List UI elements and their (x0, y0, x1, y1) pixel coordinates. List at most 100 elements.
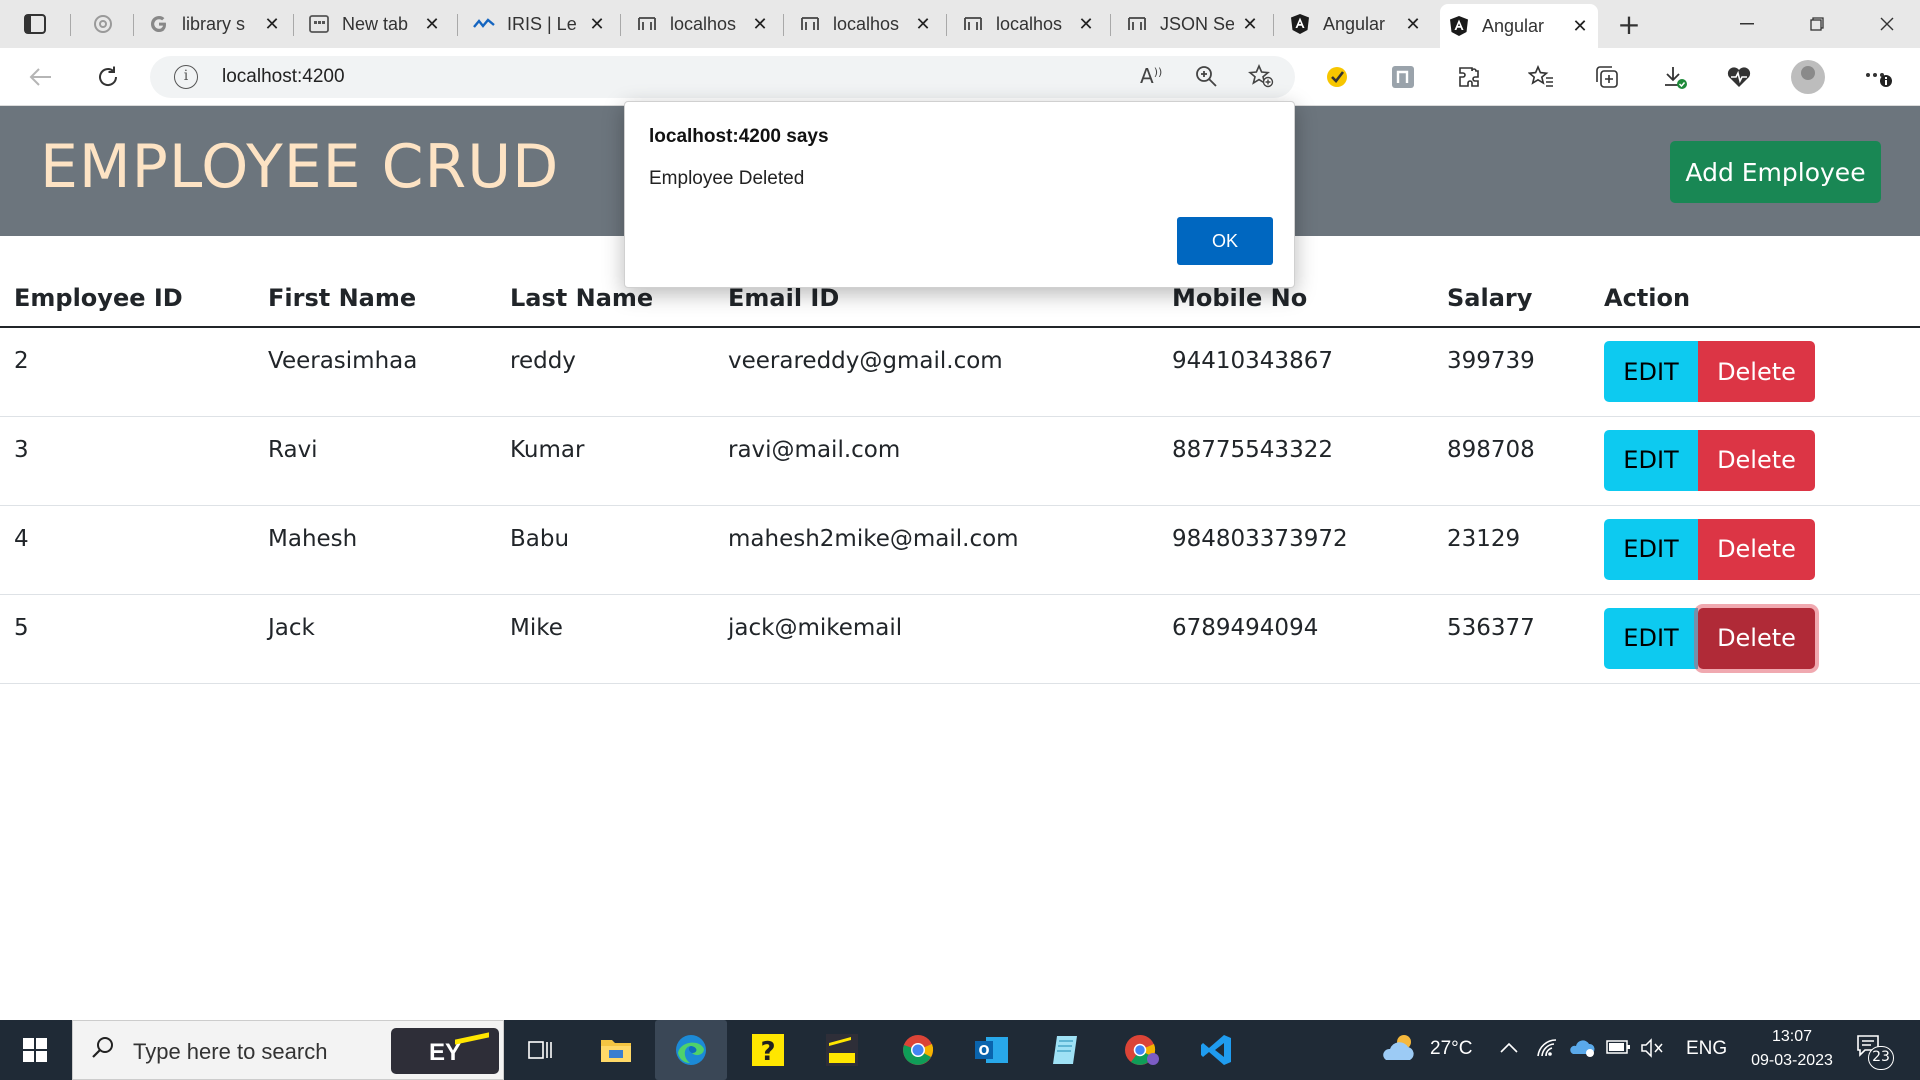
norton-extension-icon[interactable] (1320, 60, 1354, 94)
start-button[interactable] (0, 1020, 70, 1080)
close-tab-icon[interactable]: ✕ (913, 14, 933, 35)
tab-chatgpt[interactable] (84, 6, 132, 42)
close-tab-icon[interactable]: ✕ (422, 14, 442, 35)
close-tab-icon[interactable]: ✕ (1570, 16, 1590, 37)
tab-localhost-1[interactable]: localhos ✕ (628, 6, 778, 42)
url-text[interactable]: localhost:4200 (222, 66, 345, 88)
close-tab-icon[interactable]: ✕ (1403, 14, 1423, 35)
taskbar-search-box[interactable]: Type here to search EY (72, 1020, 504, 1080)
cell-email: ravi@mail.com (728, 436, 901, 463)
row-actions: EDIT Delete (1604, 595, 1906, 669)
tab-angular-active[interactable]: Angular ✕ (1440, 4, 1598, 48)
new-tab-plus-icon[interactable]: + (1612, 7, 1646, 41)
favorites-icon[interactable] (1524, 60, 1558, 94)
edit-button[interactable]: EDIT (1604, 607, 1698, 669)
vscode-icon[interactable] (1196, 1030, 1236, 1070)
wifi-icon[interactable] (1536, 1038, 1558, 1064)
onedrive-icon[interactable] (1568, 1038, 1596, 1064)
close-tab-icon[interactable]: ✕ (262, 14, 282, 35)
favorite-add-icon[interactable] (1248, 63, 1274, 93)
tab-json-server[interactable]: JSON Se ✕ (1118, 6, 1268, 42)
add-employee-button[interactable]: Add Employee (1670, 141, 1881, 203)
weather-icon[interactable] (1378, 1032, 1420, 1070)
cell-salary: 399739 (1447, 348, 1535, 374)
system-clock[interactable]: 13:07 09-03-2023 (1748, 1025, 1836, 1073)
show-hidden-icons-icon[interactable] (1500, 1038, 1518, 1060)
cell-mobile: 6789494094 (1172, 614, 1319, 641)
close-tab-icon[interactable]: ✕ (1240, 14, 1260, 35)
ey-discover-icon[interactable] (822, 1030, 862, 1070)
downloads-icon[interactable] (1658, 60, 1692, 94)
close-tab-icon[interactable]: ✕ (750, 14, 770, 35)
site-info-icon[interactable]: i (174, 65, 198, 89)
tab-iris[interactable]: IRIS | Le ✕ (465, 6, 615, 42)
tab-label: Angular (1482, 15, 1545, 36)
notification-center-icon[interactable]: 23 (1856, 1034, 1894, 1070)
delete-button[interactable]: Delete (1698, 518, 1815, 580)
profile-avatar[interactable] (1791, 60, 1825, 94)
dialog-message: Employee Deleted (649, 168, 805, 189)
battery-icon[interactable] (1606, 1038, 1632, 1062)
close-tab-icon[interactable]: ✕ (1076, 14, 1096, 35)
notification-count: 23 (1868, 1046, 1894, 1070)
address-bar[interactable]: i localhost:4200 A)) (150, 56, 1295, 98)
angular-icon (1448, 15, 1470, 37)
tab-localhost-2[interactable]: localhos ✕ (791, 6, 941, 42)
tab-library-search[interactable]: library s ✕ (140, 6, 290, 42)
restore-icon[interactable] (1794, 8, 1840, 40)
extensions-icon[interactable] (1452, 60, 1486, 94)
cell-salary: 536377 (1447, 614, 1535, 641)
help-app-icon[interactable]: ? (748, 1030, 788, 1070)
cell-mobile: 984803373972 (1172, 525, 1348, 552)
edit-button[interactable]: EDIT (1604, 429, 1698, 491)
chrome-icon[interactable] (898, 1030, 938, 1070)
read-aloud-icon[interactable]: A)) (1140, 64, 1162, 88)
localhost-icon (636, 13, 658, 35)
outlook-icon[interactable]: O (972, 1030, 1012, 1070)
zoom-icon[interactable] (1194, 64, 1218, 93)
alert-dialog: localhost:4200 says Employee Deleted OK (624, 101, 1295, 288)
cell-last-name: reddy (510, 348, 576, 374)
back-icon[interactable] (24, 60, 58, 94)
notepad-app-icon[interactable] (1046, 1030, 1086, 1070)
language-indicator[interactable]: ENG (1686, 1038, 1727, 1060)
cell-email: mahesh2mike@mail.com (728, 525, 1019, 552)
close-tab-icon[interactable]: ✕ (587, 14, 607, 35)
file-explorer-icon[interactable] (596, 1030, 636, 1070)
chrome-profile-icon[interactable] (1122, 1030, 1162, 1070)
table-row: 2 Veerasimhaa reddy veerareddy@gmail.com… (0, 327, 1920, 417)
search-placeholder: Type here to search (133, 1039, 328, 1064)
refresh-icon[interactable] (91, 60, 125, 94)
cell-salary: 23129 (1447, 525, 1521, 552)
dialog-ok-button[interactable]: OK (1177, 217, 1273, 265)
app-title: EMPLOYEE CRUD (40, 132, 560, 202)
temperature-label[interactable]: 27°C (1430, 1038, 1472, 1060)
ey-logo[interactable]: EY (391, 1028, 499, 1074)
delete-button[interactable]: Delete (1698, 341, 1815, 402)
collections-icon[interactable] (1590, 60, 1624, 94)
svg-text:O: O (978, 1044, 989, 1059)
delete-button-focused[interactable]: Delete (1698, 607, 1815, 669)
chatgpt-icon (92, 13, 114, 35)
delete-button[interactable]: Delete (1698, 429, 1815, 491)
notion-extension-icon[interactable] (1386, 60, 1420, 94)
close-window-icon[interactable] (1864, 8, 1910, 40)
volume-muted-icon[interactable] (1640, 1038, 1666, 1064)
edge-browser-icon[interactable] (655, 1020, 727, 1080)
tab-localhost-3[interactable]: localhos ✕ (954, 6, 1104, 42)
minimize-icon[interactable] (1724, 8, 1770, 40)
task-view-icon[interactable] (520, 1030, 560, 1070)
edit-button[interactable]: EDIT (1604, 518, 1698, 580)
row-actions: EDIT Delete (1604, 417, 1906, 491)
tab-label: localhos (833, 13, 900, 34)
browser-essentials-icon[interactable] (1722, 60, 1756, 94)
clock-time: 13:07 (1771, 1028, 1813, 1045)
tab-label: IRIS | Le (507, 13, 577, 34)
settings-more-icon[interactable] (1862, 60, 1896, 94)
tab-new-tab[interactable]: New tab ✕ (300, 6, 450, 42)
cell-mobile: 94410343867 (1172, 348, 1333, 374)
tab-angular-1[interactable]: Angular ✕ (1281, 6, 1431, 42)
cell-salary: 898708 (1447, 436, 1535, 463)
tab-actions-icon[interactable] (18, 7, 52, 41)
edit-button[interactable]: EDIT (1604, 341, 1698, 402)
